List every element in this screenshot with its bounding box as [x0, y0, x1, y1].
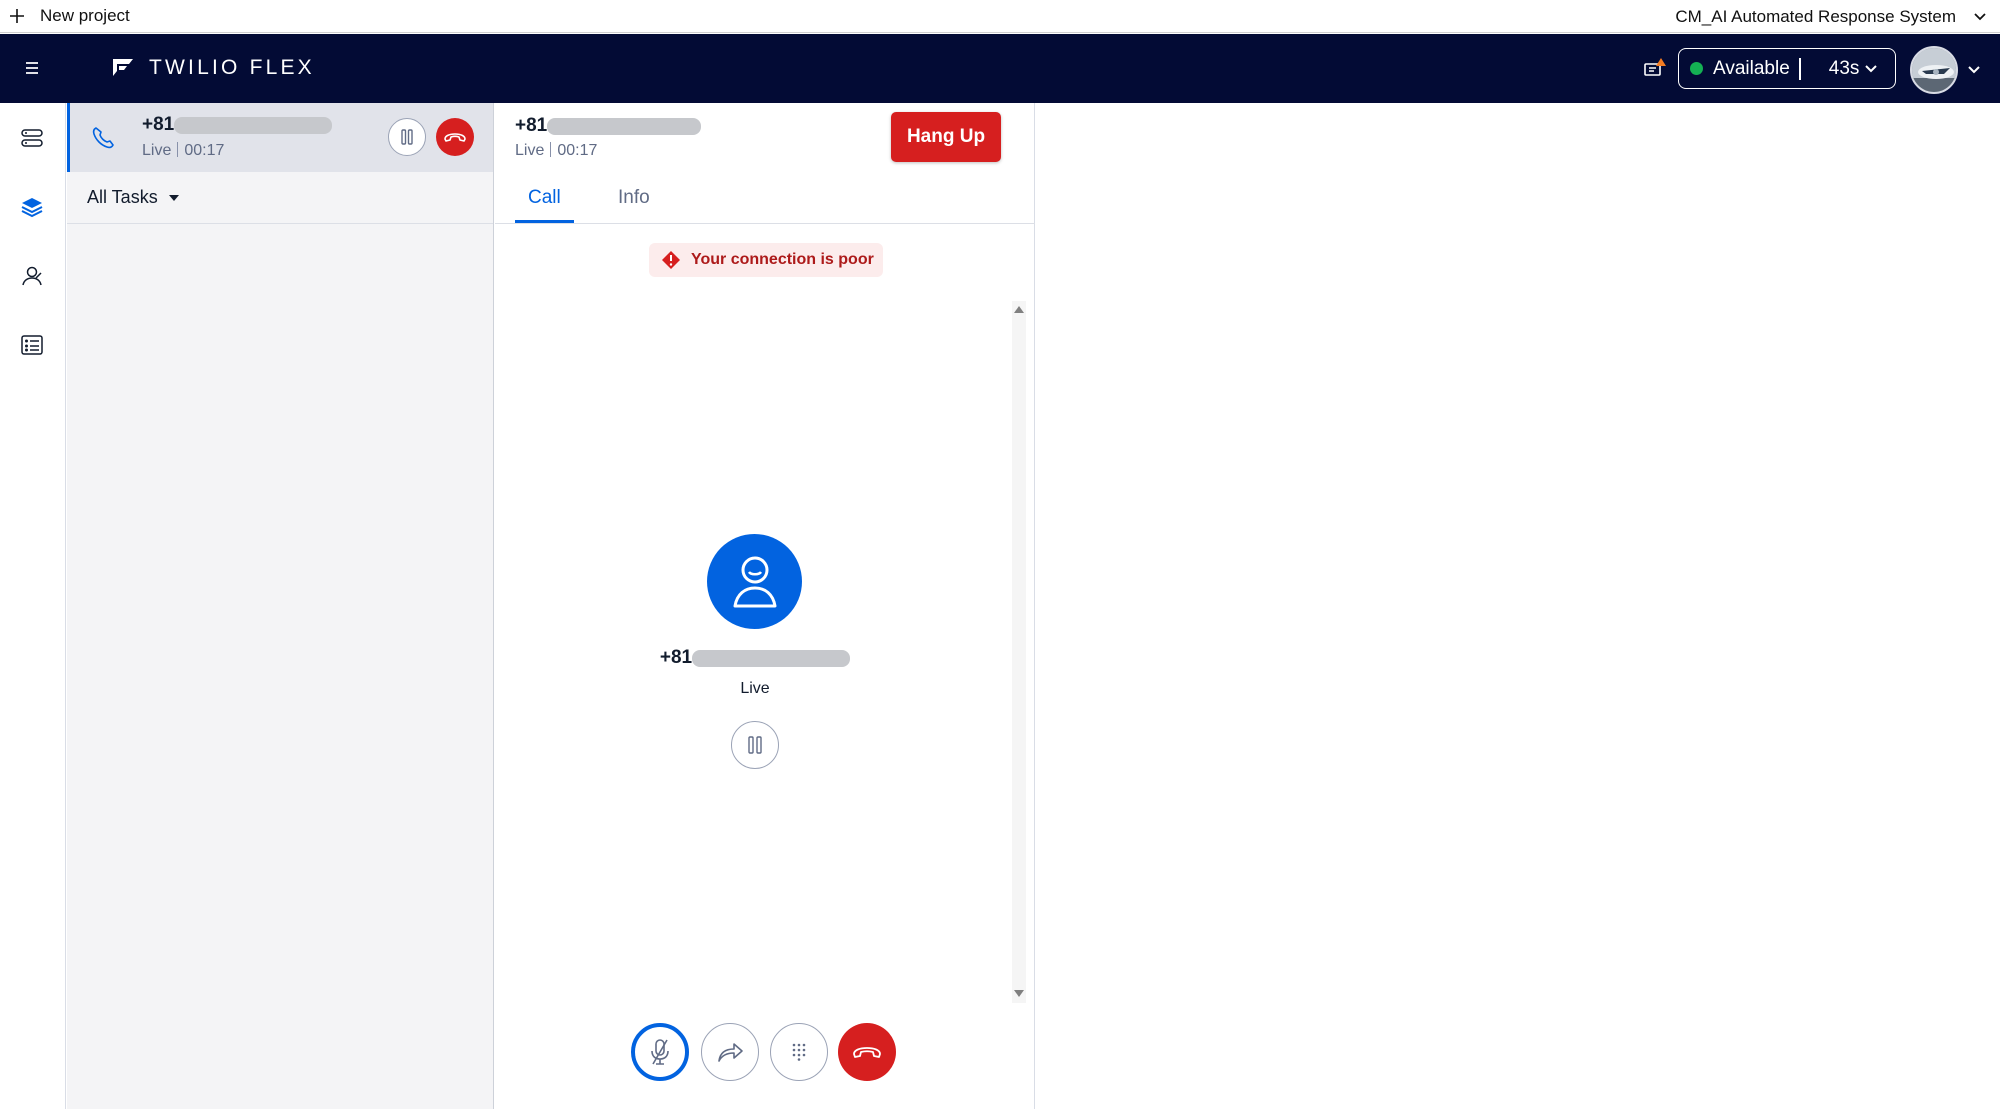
dialpad-button[interactable]	[770, 1023, 828, 1081]
redacted-number	[547, 117, 702, 135]
status-label: Available	[1713, 57, 1790, 79]
status-indicator-icon	[1690, 62, 1703, 75]
hamburger-menu-icon[interactable]	[20, 56, 44, 80]
redacted-number	[692, 649, 851, 667]
mute-icon	[647, 1037, 673, 1067]
task-filter-row: All Tasks	[67, 172, 493, 224]
project-name: CM_AI Automated Response System	[1675, 6, 1956, 26]
status-timer: 43s	[1828, 57, 1860, 79]
warning-icon	[661, 250, 681, 270]
call-timer: 00:17	[557, 142, 598, 159]
hang-up-icon	[852, 1044, 882, 1060]
hold-button[interactable]	[388, 118, 426, 156]
contact-number-text: +81	[659, 647, 693, 668]
contacts-icon[interactable]	[17, 261, 47, 291]
call-caller-number: +81	[515, 115, 702, 137]
task-number-text: +81	[142, 114, 175, 135]
user-menu[interactable]	[1910, 46, 1980, 94]
notification-icon[interactable]	[1641, 55, 1669, 83]
connection-warning: Your connection is poor	[649, 243, 883, 277]
caret-down-icon[interactable]	[168, 194, 180, 202]
chevron-down-icon	[1974, 12, 1986, 21]
end-call-button[interactable]	[838, 1023, 896, 1081]
phone-icon	[90, 125, 116, 151]
end-call-button[interactable]	[436, 118, 474, 156]
task-card[interactable]: +81 Live 00:17	[67, 103, 493, 172]
meta-divider	[550, 142, 552, 157]
tab-info[interactable]: Info	[618, 187, 650, 209]
layers-icon[interactable]	[17, 192, 47, 222]
project-bar: New project CM_AI Automated Response Sys…	[0, 0, 2000, 33]
brand: TWILIO FLEX	[111, 56, 315, 80]
chevron-down-icon	[1865, 64, 1878, 73]
tab-call[interactable]: Call	[528, 187, 561, 209]
contact-number: +81	[495, 647, 1015, 669]
server-list-icon[interactable]	[17, 123, 47, 153]
hang-up-button[interactable]: Hang Up	[891, 112, 1001, 162]
warning-text: Your connection is poor	[691, 251, 874, 268]
call-meta: Live 00:17	[515, 142, 597, 160]
task-meta: Live 00:17	[142, 142, 224, 160]
task-status: Live	[142, 142, 172, 159]
task-filter-dropdown[interactable]: All Tasks	[87, 187, 158, 208]
task-list-panel: +81 Live 00:17 All Tasks	[67, 103, 494, 1109]
chevron-down-icon	[1968, 66, 1980, 74]
avatar	[1910, 46, 1958, 94]
call-tabs: Call Info	[495, 172, 1035, 224]
transfer-button[interactable]	[701, 1023, 759, 1081]
activity-status-dropdown[interactable]: Available 43s	[1678, 48, 1896, 89]
transfer-icon	[716, 1040, 744, 1064]
contact-status: Live	[740, 680, 770, 697]
plus-icon[interactable]	[4, 3, 30, 29]
task-timer: 00:17	[184, 142, 225, 159]
twilio-flex-logo-icon	[111, 58, 135, 78]
hold-button[interactable]	[731, 721, 779, 769]
dialpad-icon	[792, 1043, 806, 1061]
meta-divider	[177, 142, 179, 157]
contact-avatar	[707, 534, 802, 629]
task-caller-number: +81	[142, 114, 333, 136]
status-divider	[1798, 57, 1801, 80]
call-status: Live	[515, 142, 545, 159]
new-project-link[interactable]: New project	[40, 6, 130, 26]
user-icon	[732, 555, 778, 609]
scroll-up-arrow-icon[interactable]	[1012, 301, 1026, 317]
project-selector[interactable]: CM_AI Automated Response System	[1675, 0, 1986, 33]
brand-name: TWILIO FLEX	[149, 56, 315, 79]
call-number-text: +81	[515, 115, 548, 136]
mute-button[interactable]	[631, 1023, 689, 1081]
app-header: TWILIO FLEX Available 43s	[0, 34, 2000, 103]
redacted-number	[174, 116, 333, 134]
scroll-down-arrow-icon[interactable]	[1012, 985, 1026, 1001]
call-canvas: +81 Live 00:17 Hang Up Call Info Your con…	[495, 103, 1035, 1109]
active-tab-indicator	[515, 220, 574, 223]
side-nav	[0, 103, 66, 1109]
form-list-icon[interactable]	[17, 330, 47, 360]
